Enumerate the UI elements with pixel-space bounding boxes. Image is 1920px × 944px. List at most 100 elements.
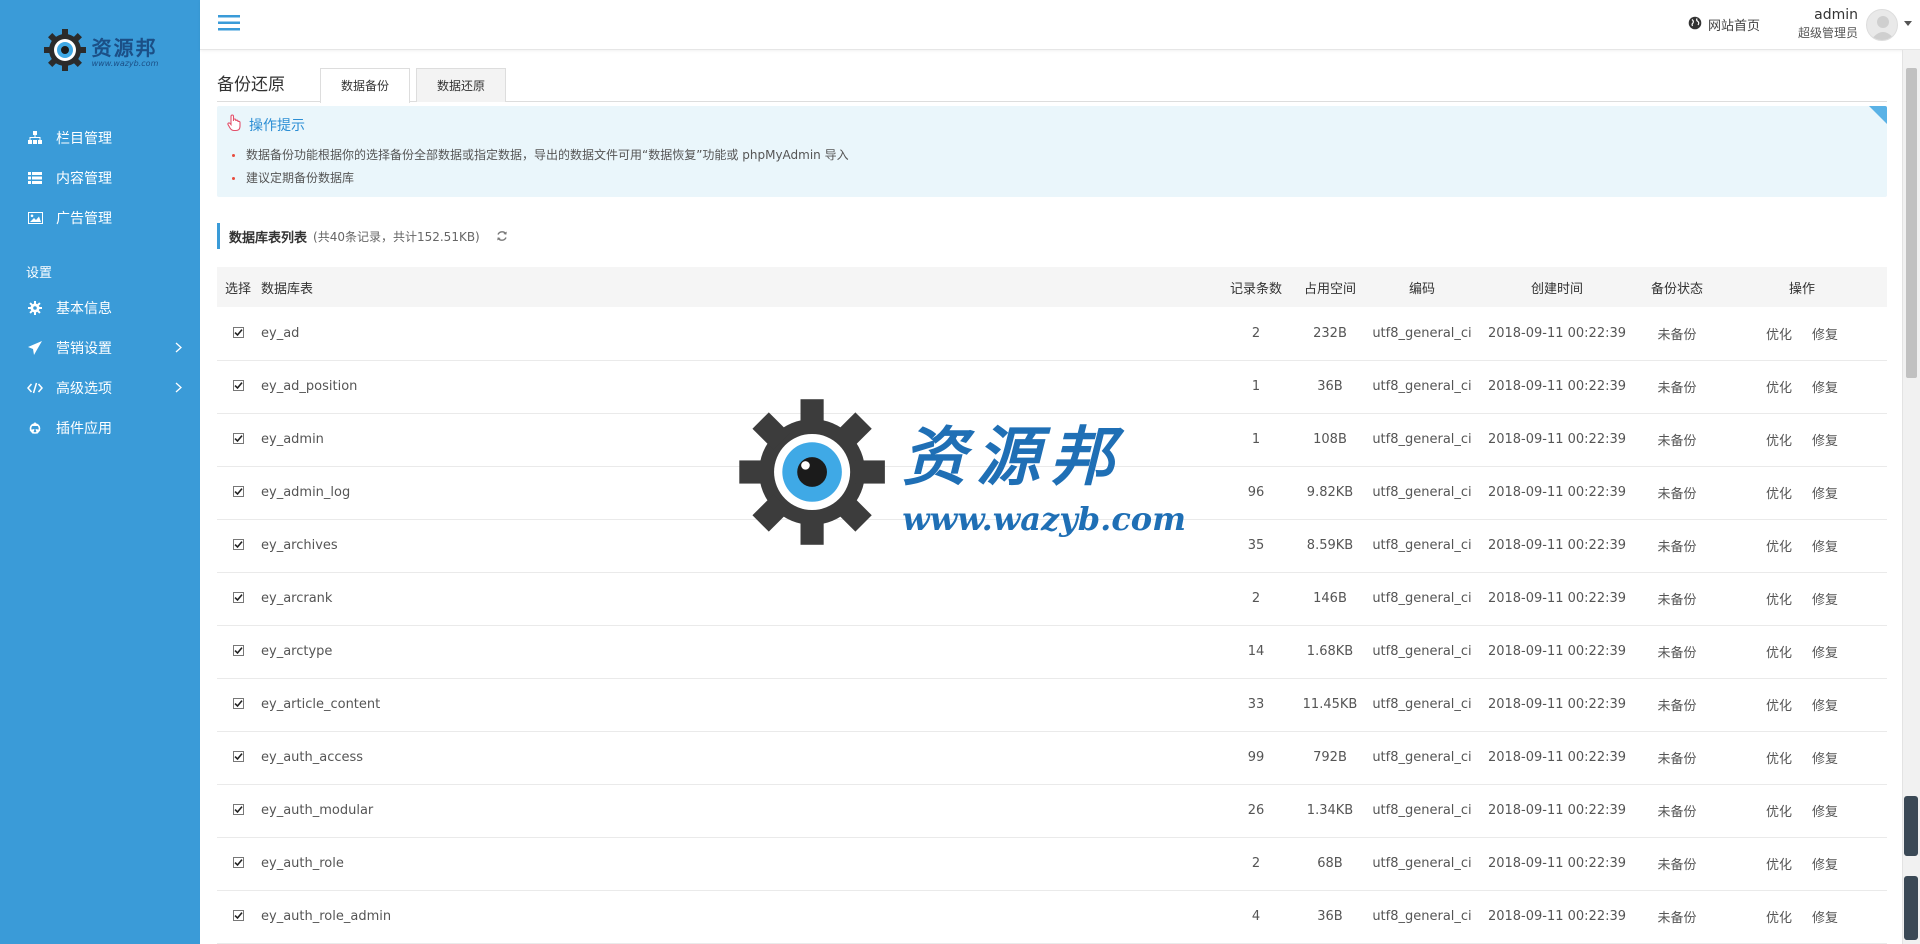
ops-cell: 优化 修复 — [1717, 890, 1887, 943]
row-select-cell — [217, 413, 259, 466]
col-created: 创建时间 — [1530, 281, 1583, 297]
created-cell: 2018-09-11 00:22:39 — [1487, 803, 1627, 818]
hamburger-menu-icon[interactable] — [218, 14, 240, 35]
bullet-dot — [232, 154, 235, 157]
scrollbar-thumb[interactable] — [1906, 68, 1917, 378]
site-home-link[interactable]: 网站首页 — [1688, 15, 1760, 34]
size-cell: 36B — [1317, 379, 1343, 394]
created-cell: 2018-09-11 00:22:39 — [1487, 750, 1627, 765]
list-icon — [26, 169, 44, 187]
records-cell: 96 — [1247, 485, 1265, 500]
optimize-button[interactable]: 优化 — [1766, 487, 1792, 502]
optimize-button[interactable]: 优化 — [1766, 540, 1792, 555]
tips-collapse-toggle[interactable] — [1869, 106, 1887, 124]
tab-data-backup[interactable]: 数据备份 — [320, 68, 410, 103]
row-checkbox[interactable] — [232, 751, 244, 762]
sidebar-item-basic-info[interactable]: 基本信息 — [0, 288, 200, 328]
db-table-list: 选择 数据库表 记录条数 占用空间 编码 创建时间 备份状态 操作 ey_ad 2… — [217, 267, 1887, 944]
row-checkbox[interactable] — [232, 539, 244, 550]
tab-data-restore[interactable]: 数据还原 — [416, 68, 506, 102]
row-checkbox[interactable] — [232, 857, 244, 868]
status-cell: 未备份 — [1657, 699, 1697, 714]
optimize-button[interactable]: 优化 — [1766, 752, 1792, 767]
ops-cell: 优化 修复 — [1717, 625, 1887, 678]
table-name-cell: ey_arcrank — [261, 591, 333, 606]
row-select-cell — [217, 360, 259, 413]
table-name-cell: ey_arctype — [261, 644, 333, 659]
table-name-cell: ey_admin — [261, 432, 324, 447]
repair-button[interactable]: 修复 — [1812, 328, 1838, 343]
optimize-button[interactable]: 优化 — [1766, 381, 1792, 396]
repair-button[interactable]: 修复 — [1812, 911, 1838, 926]
repair-button[interactable]: 修复 — [1812, 487, 1838, 502]
row-select-cell — [217, 466, 259, 519]
optimize-button[interactable]: 优化 — [1766, 646, 1792, 661]
sidebar-item-label: 高级选项 — [56, 381, 112, 397]
status-cell: 未备份 — [1657, 646, 1697, 661]
optimize-button[interactable]: 优化 — [1766, 434, 1792, 449]
repair-button[interactable]: 修复 — [1812, 805, 1838, 820]
ops-cell: 优化 修复 — [1717, 466, 1887, 519]
table-name-cell: ey_auth_modular — [261, 803, 374, 818]
table-name-cell: ey_auth_access — [261, 750, 364, 765]
optimize-button[interactable]: 优化 — [1766, 699, 1792, 714]
row-checkbox[interactable] — [232, 592, 244, 603]
optimize-button[interactable]: 优化 — [1766, 911, 1792, 926]
col-records: 记录条数 — [1229, 281, 1282, 297]
optimize-button[interactable]: 优化 — [1766, 858, 1792, 873]
tips-title-text: 操作提示 — [249, 118, 305, 134]
refresh-icon[interactable] — [496, 230, 508, 242]
logo[interactable]: 资源邦 www.wazyb.com — [0, 0, 200, 100]
sidebar-item-plugins[interactable]: 插件应用 — [0, 408, 200, 448]
repair-button[interactable]: 修复 — [1812, 646, 1838, 661]
row-checkbox[interactable] — [232, 804, 244, 815]
repair-button[interactable]: 修复 — [1812, 593, 1838, 608]
status-cell: 未备份 — [1657, 434, 1697, 449]
status-cell: 未备份 — [1657, 911, 1697, 926]
row-checkbox[interactable] — [232, 326, 244, 338]
encoding-cell: utf8_general_ci — [1372, 432, 1472, 447]
optimize-button[interactable]: 优化 — [1766, 593, 1792, 608]
sidebar-item-label: 广告管理 — [56, 211, 112, 227]
tip-text: 数据备份功能根据你的选择备份全部数据或指定数据，导出的数据文件可用“数据恢复”功… — [246, 148, 849, 162]
ops-cell: 优化 修复 — [1717, 572, 1887, 625]
tips-title: 操作提示 — [225, 114, 305, 136]
top-bar: 网站首页 admin 超级管理员 — [200, 0, 1920, 50]
tip-item: 建议定期备份数据库 — [232, 167, 849, 190]
settings-nav: 基本信息 营销设置 高级选项 插件应用 — [0, 288, 200, 448]
row-checkbox[interactable] — [232, 486, 244, 497]
ops-cell: 优化 修复 — [1717, 837, 1887, 890]
row-checkbox[interactable] — [232, 698, 244, 709]
repair-button[interactable]: 修复 — [1812, 540, 1838, 555]
side-widget-handle[interactable] — [1904, 876, 1918, 940]
status-cell: 未备份 — [1657, 805, 1697, 820]
size-cell: 8.59KB — [1306, 538, 1354, 553]
row-checkbox[interactable] — [232, 910, 244, 921]
sidebar-item-column-manage[interactable]: 栏目管理 — [0, 118, 200, 158]
repair-button[interactable]: 修复 — [1812, 752, 1838, 767]
optimize-button[interactable]: 优化 — [1766, 328, 1792, 343]
repair-button[interactable]: 修复 — [1812, 699, 1838, 714]
user-role: 超级管理员 — [1797, 26, 1858, 40]
created-cell: 2018-09-11 00:22:39 — [1487, 432, 1627, 447]
sidebar-item-content-manage[interactable]: 内容管理 — [0, 158, 200, 198]
row-checkbox[interactable] — [232, 380, 244, 391]
ops-cell: 优化 修复 — [1717, 360, 1887, 413]
repair-button[interactable]: 修复 — [1812, 434, 1838, 449]
repair-button[interactable]: 修复 — [1812, 858, 1838, 873]
size-cell: 11.45KB — [1302, 697, 1358, 712]
user-info[interactable]: admin 超级管理员 — [1798, 7, 1858, 41]
optimize-button[interactable]: 优化 — [1766, 805, 1792, 820]
row-checkbox[interactable] — [232, 433, 244, 444]
avatar[interactable] — [1866, 9, 1898, 41]
side-widget-handle[interactable] — [1904, 796, 1918, 856]
size-cell: 1.34KB — [1306, 803, 1354, 818]
created-cell: 2018-09-11 00:22:39 — [1487, 644, 1627, 659]
repair-button[interactable]: 修复 — [1812, 381, 1838, 396]
row-checkbox[interactable] — [232, 645, 244, 656]
sidebar-item-marketing[interactable]: 营销设置 — [0, 328, 200, 368]
sidebar-item-advanced[interactable]: 高级选项 — [0, 368, 200, 408]
bullet-dot — [232, 177, 235, 180]
sidebar-item-ad-manage[interactable]: 广告管理 — [0, 198, 200, 238]
caret-down-icon[interactable] — [1904, 21, 1912, 26]
